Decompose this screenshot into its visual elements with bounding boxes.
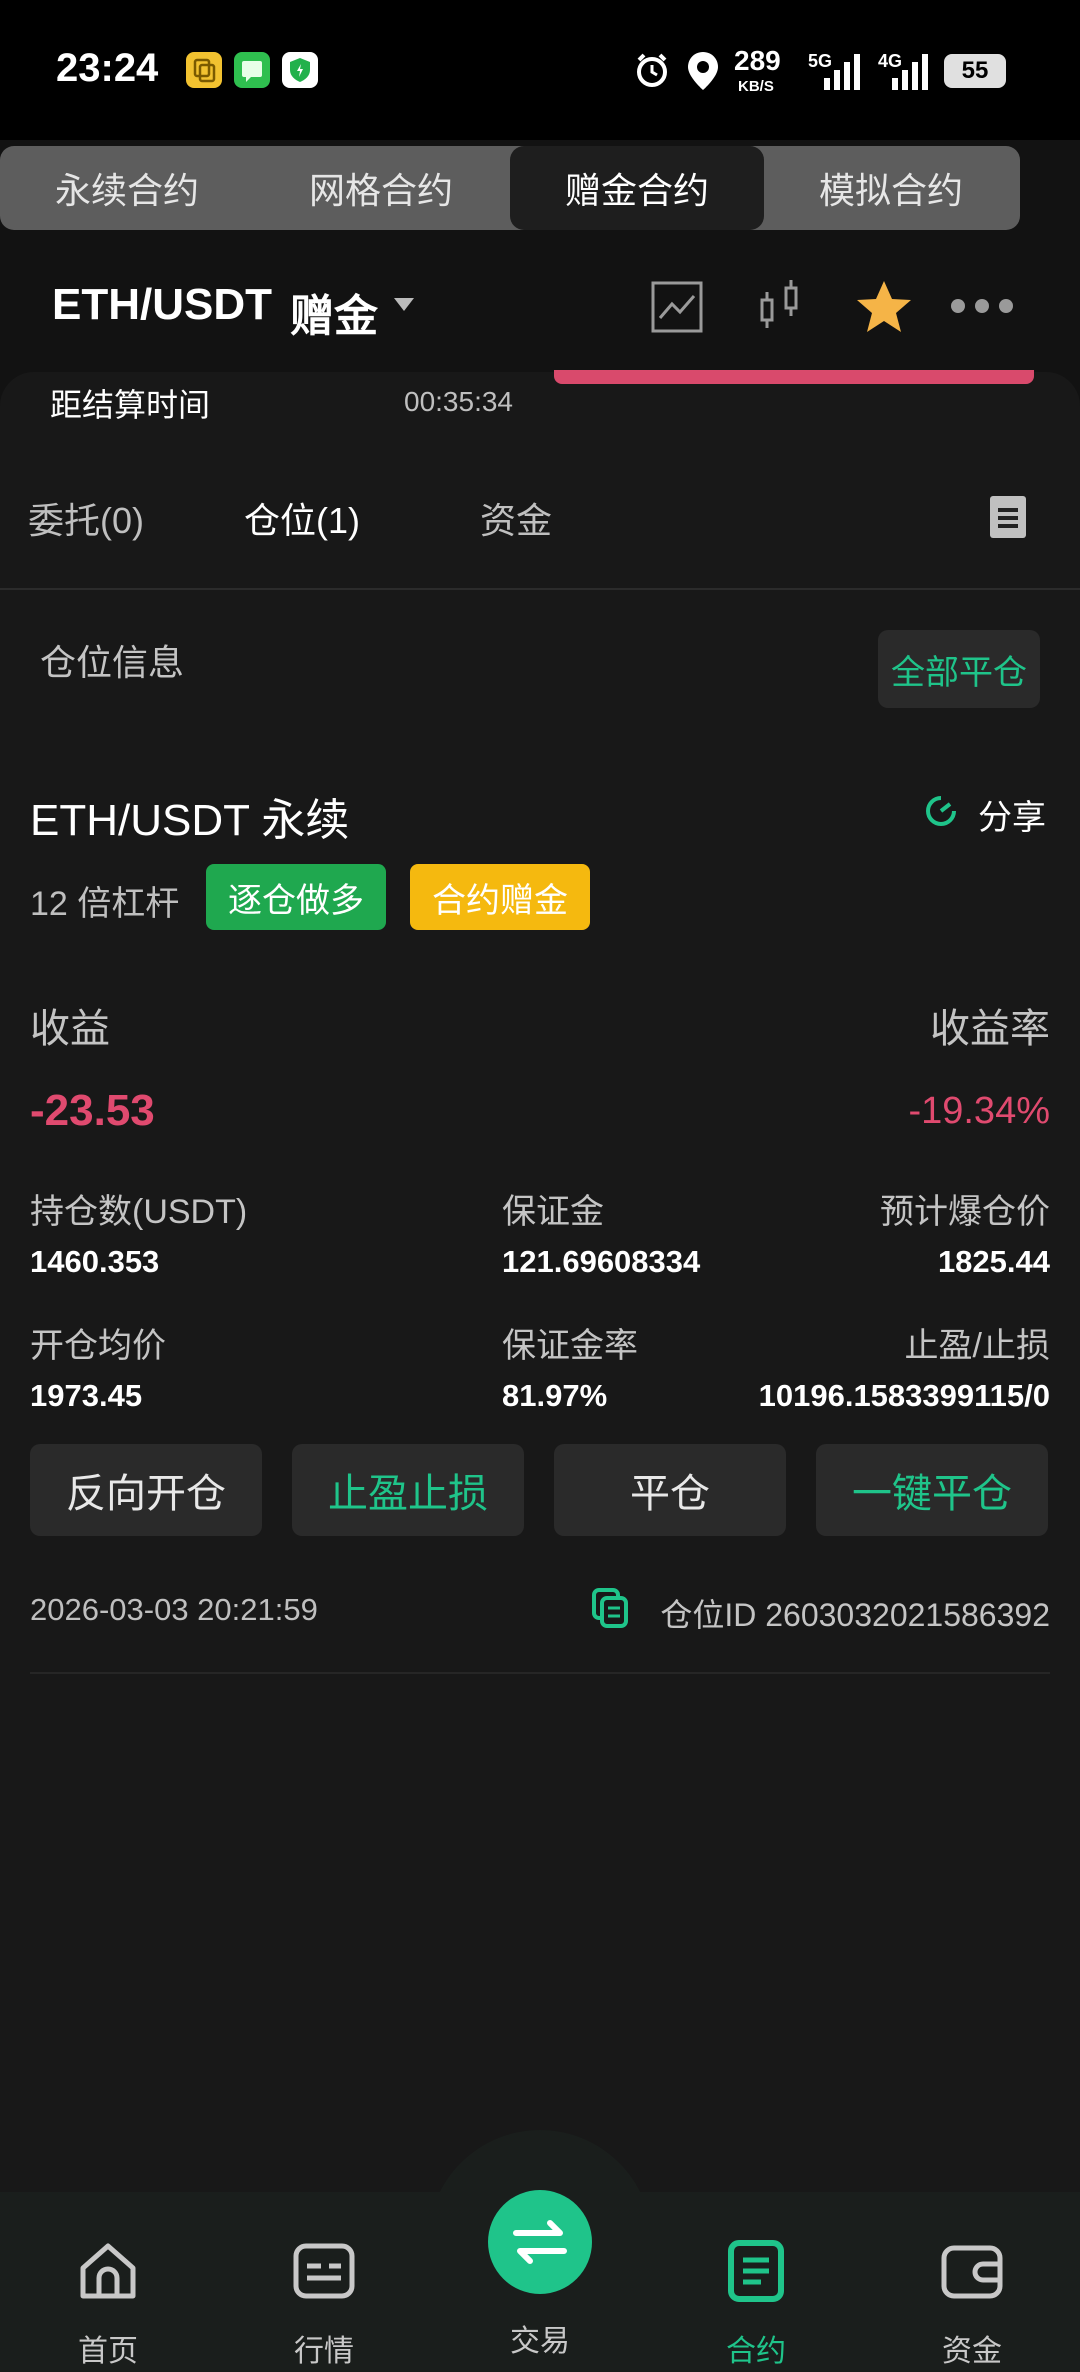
nav-trade-button[interactable]: [488, 2190, 592, 2294]
margin-value: 121.69608334: [502, 1244, 701, 1279]
position-time: 2026-03-03 20:21:59: [30, 1592, 318, 1627]
nav-market[interactable]: 行情: [254, 2238, 394, 2370]
nav-trade-label: 交易: [510, 2325, 570, 2358]
long-tag: 逐仓做多: [206, 864, 386, 930]
tab-orders[interactable]: 委托(0): [28, 492, 144, 544]
tpsl-button[interactable]: 止盈止损: [292, 1444, 524, 1536]
qty-value: 1460.353: [30, 1244, 160, 1279]
share-button[interactable]: 分享: [978, 790, 1046, 839]
alarm-icon: [632, 50, 672, 95]
margin-label: 保证金: [502, 1193, 604, 1231]
swap-icon: [513, 2220, 567, 2264]
row-divider: [30, 1672, 1050, 1674]
position-info-title: 仓位信息: [40, 642, 185, 683]
copy-icon[interactable]: [592, 1588, 628, 1633]
tpsl-label: 止盈/止损: [904, 1327, 1050, 1365]
tab-grid[interactable]: 网格合约: [254, 146, 508, 230]
home-icon: [80, 2243, 136, 2299]
qty-label: 持仓数(USDT): [30, 1193, 248, 1231]
nav-funds-label: 资金: [942, 2335, 1002, 2368]
tab-bonus[interactable]: 赠金合约: [510, 146, 764, 230]
tab-perpetual[interactable]: 永续合约: [0, 146, 254, 230]
tab-funds[interactable]: 资金: [480, 492, 552, 544]
signal-5g-icon: [818, 52, 866, 97]
roi-label: 收益率: [930, 1007, 1050, 1051]
roi-value: -19.34%: [908, 1090, 1050, 1132]
status-time: 23:24: [56, 46, 159, 90]
pnl-label: 收益: [30, 1007, 110, 1051]
close-all-button[interactable]: 全部平仓: [878, 630, 1040, 708]
signal-4g-icon: [886, 52, 934, 97]
battery-icon: 55: [944, 54, 1006, 88]
tab-demo[interactable]: 模拟合约: [764, 146, 1018, 230]
pnl-value: -23.53: [30, 1086, 155, 1135]
countdown-progress-bar: [554, 370, 1034, 384]
one-click-close-button[interactable]: 一键平仓: [816, 1444, 1048, 1536]
margin-rate-label: 保证金率: [502, 1327, 638, 1365]
entry-label: 开仓均价: [30, 1327, 166, 1365]
tpsl-value: 10196.1583399115/0: [758, 1378, 1050, 1413]
reverse-open-button[interactable]: 反向开仓: [30, 1444, 262, 1536]
position-symbol: ETH/USDT 永续: [30, 796, 350, 845]
pair-title[interactable]: ETH/USDT: [52, 280, 272, 330]
chart-icon[interactable]: [650, 280, 704, 339]
favorite-star-icon[interactable]: [854, 278, 914, 341]
market-icon: [293, 2243, 355, 2299]
margin-rate-value: 81.97%: [502, 1378, 608, 1413]
countdown-label: 距结算时间: [50, 387, 211, 423]
leverage-label: 12 倍杠杆: [30, 885, 180, 923]
notification-icon-messages: [234, 52, 270, 88]
nav-home-label: 首页: [78, 2335, 138, 2368]
tab-positions[interactable]: 仓位(1): [244, 492, 360, 544]
more-icon[interactable]: [950, 296, 1014, 321]
liq-label: 预计爆仓价: [880, 1193, 1050, 1231]
nav-funds[interactable]: 资金: [902, 2238, 1042, 2370]
bonus-tag: 合约赠金: [410, 864, 590, 930]
nav-contract-label: 合约: [726, 2335, 786, 2368]
position-id: 仓位ID 2603032021586392: [660, 1597, 1050, 1633]
nav-trade[interactable]: 交易: [470, 2316, 610, 2360]
pair-dropdown-icon[interactable]: [394, 298, 414, 311]
contract-icon: [728, 2240, 784, 2302]
document-list-icon[interactable]: [990, 496, 1026, 543]
tabs-divider: [0, 588, 1080, 590]
location-icon: [684, 50, 722, 97]
pair-suffix[interactable]: 赠金: [290, 280, 378, 344]
net-speed: 289: [734, 45, 781, 76]
entry-value: 1973.45: [30, 1378, 143, 1413]
nav-home[interactable]: 首页: [38, 2238, 178, 2370]
close-position-button[interactable]: 平仓: [554, 1444, 786, 1536]
wallet-icon: [941, 2245, 1003, 2299]
countdown-value: 00:35:34: [404, 386, 513, 417]
nav-market-label: 行情: [294, 2335, 354, 2368]
kline-icon[interactable]: [756, 278, 806, 339]
net-speed-unit: KB/S: [738, 78, 774, 95]
notification-icon-files: [186, 52, 222, 88]
liq-value: 1825.44: [937, 1244, 1050, 1279]
share-icon[interactable]: [922, 792, 960, 835]
nav-contract[interactable]: 合约: [686, 2238, 826, 2370]
notification-icon-security: [282, 52, 318, 88]
